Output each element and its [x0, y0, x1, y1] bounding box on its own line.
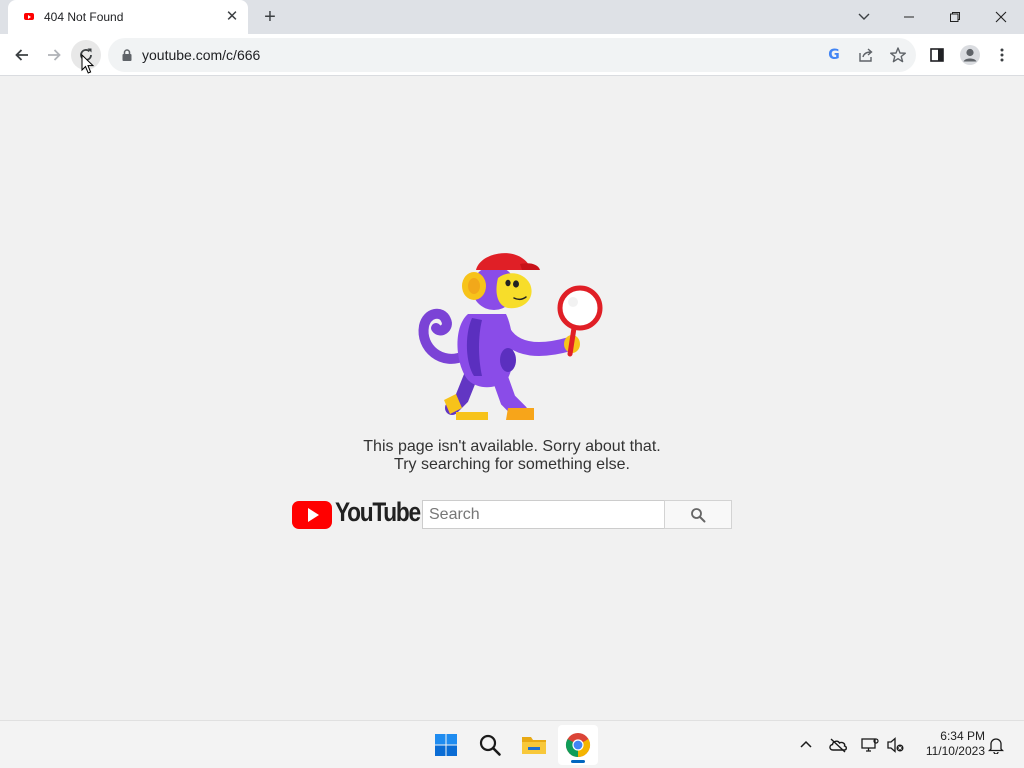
profile-icon: [960, 45, 980, 65]
browser-title-bar: 404 Not Found ✕ +: [0, 0, 1024, 34]
youtube-logo-text[interactable]: YouTube: [335, 497, 421, 528]
error-message-line2: Try searching for something else.: [394, 456, 630, 473]
error-message: This page isn't available. Sorry about t…: [312, 438, 712, 474]
search-icon: [479, 734, 501, 756]
chrome-menu-button[interactable]: [987, 40, 1017, 70]
side-panel-icon: [930, 48, 944, 62]
active-app-indicator: [571, 760, 585, 763]
restore-button[interactable]: [932, 0, 978, 34]
network-icon[interactable]: [860, 735, 880, 755]
tab-search-icon[interactable]: [855, 8, 873, 26]
volume-muted-icon[interactable]: [886, 735, 906, 755]
onedrive-offline-icon[interactable]: [828, 735, 848, 755]
chrome-taskbar-button[interactable]: [558, 725, 598, 765]
windows-start-icon: [435, 734, 457, 756]
notification-bell-icon[interactable]: [986, 735, 1006, 755]
search-button[interactable]: [664, 500, 732, 529]
back-button[interactable]: [7, 40, 37, 70]
clock-date: 11/10/2023: [925, 744, 985, 758]
google-lens-icon[interactable]: G: [824, 45, 844, 65]
profile-button[interactable]: [955, 40, 985, 70]
forward-icon: [48, 49, 61, 61]
minimize-button[interactable]: [886, 0, 932, 34]
file-explorer-button[interactable]: [514, 725, 554, 765]
clock-time: 6:34 PM: [940, 729, 985, 743]
side-panel-button[interactable]: [922, 40, 952, 70]
address-bar[interactable]: youtube.com/c/666 G: [108, 38, 916, 72]
bookmark-star-icon[interactable]: [888, 45, 908, 65]
windows-taskbar: [0, 720, 1024, 768]
browser-toolbar: youtube.com/c/666 G: [0, 34, 1024, 76]
close-window-button[interactable]: [978, 0, 1024, 34]
taskbar-clock[interactable]: 6:34 PM 11/10/2023: [915, 729, 985, 759]
tab-close-icon[interactable]: ✕: [224, 9, 240, 25]
browser-tab[interactable]: 404 Not Found ✕: [8, 0, 248, 34]
tab-title: 404 Not Found: [44, 10, 124, 24]
monkey-with-magnifier-illustration: [418, 253, 603, 420]
windows-start-button[interactable]: [426, 725, 466, 765]
new-tab-button[interactable]: +: [259, 6, 281, 28]
youtube-favicon-icon: [24, 13, 34, 20]
menu-icon: [1000, 48, 1004, 62]
file-explorer-icon: [522, 737, 546, 754]
error-message-line1: This page isn't available. Sorry about t…: [363, 438, 661, 455]
search-input[interactable]: [422, 500, 665, 529]
back-icon: [15, 49, 28, 61]
chrome-icon: [565, 733, 591, 757]
lock-icon[interactable]: [120, 48, 134, 62]
forward-button[interactable]: [39, 40, 69, 70]
mouse-cursor-icon: [81, 54, 95, 74]
search-icon: [691, 507, 706, 522]
show-hidden-icons-chevron-icon[interactable]: [796, 735, 816, 755]
taskbar-search-button[interactable]: [470, 725, 510, 765]
url-text[interactable]: youtube.com/c/666: [142, 47, 260, 63]
share-icon[interactable]: [856, 45, 876, 65]
